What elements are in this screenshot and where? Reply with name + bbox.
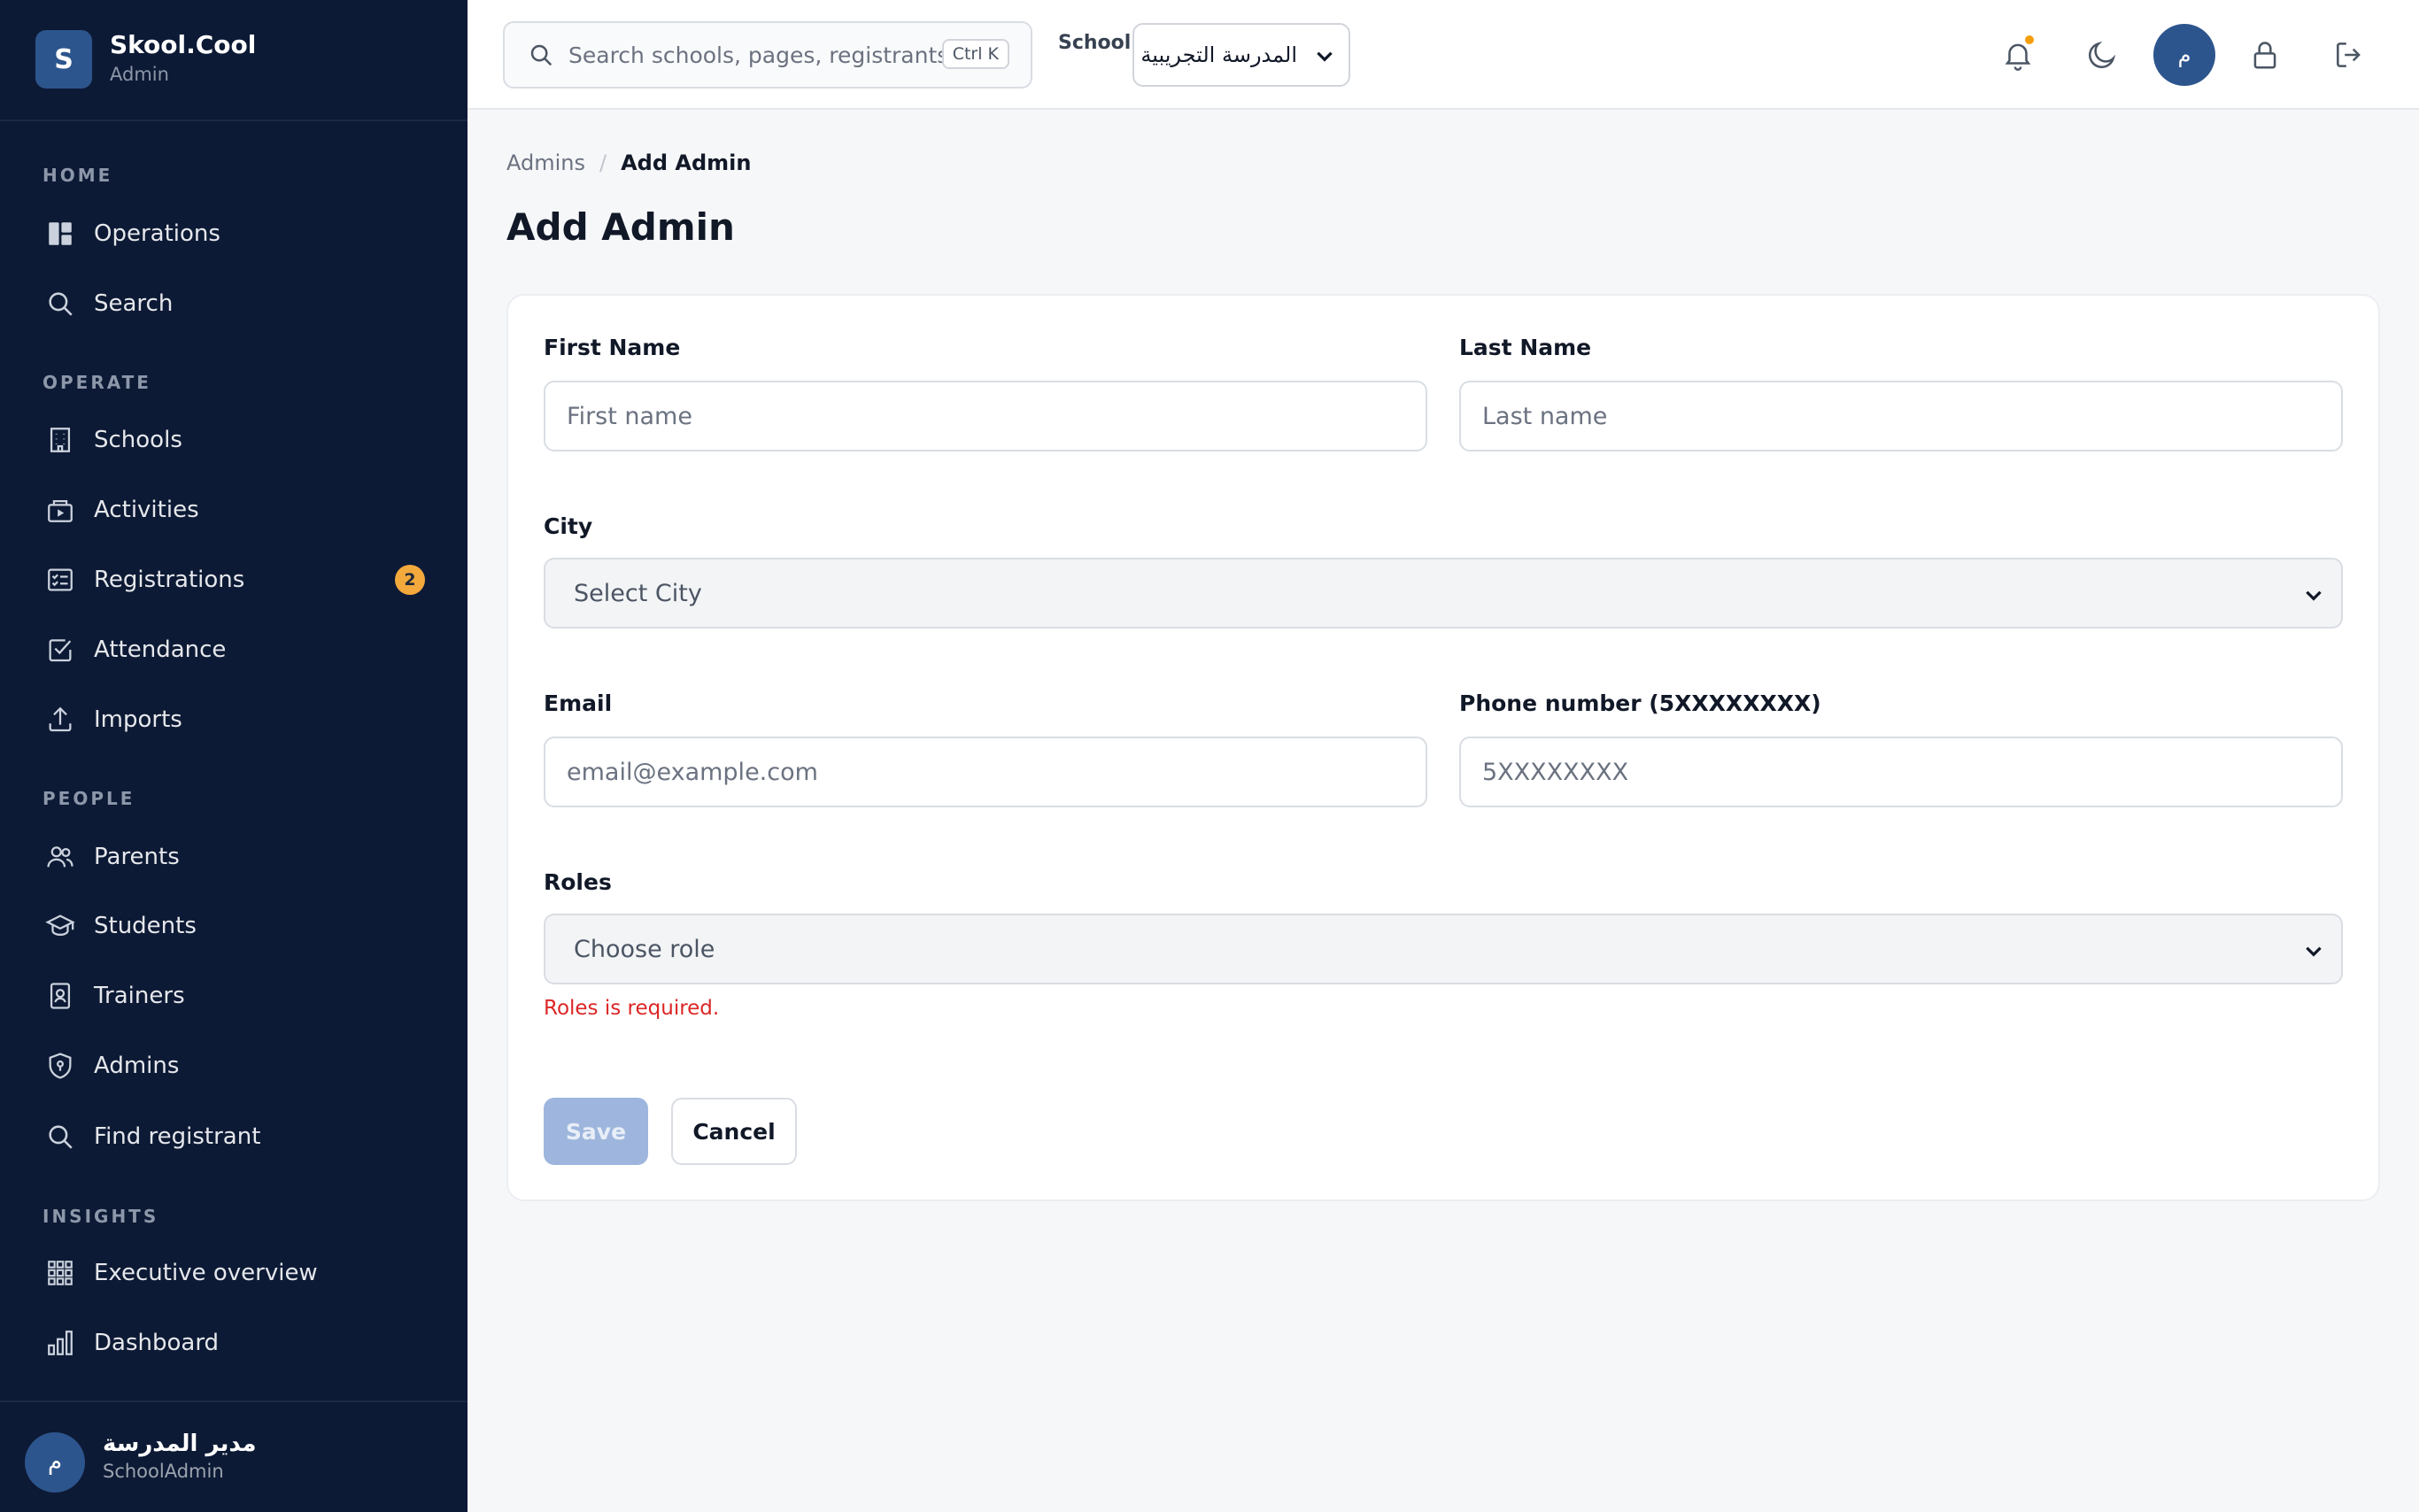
sidebar-item-attendance[interactable]: Attendance: [21, 621, 446, 678]
sidebar-user-profile[interactable]: م مدير المدرسة SchoolAdmin: [0, 1400, 468, 1512]
chevron-down-icon: [2306, 946, 2322, 957]
sidebar-item-find-registrant[interactable]: Find registrant: [21, 1108, 446, 1165]
sidebar-item-imports[interactable]: Imports: [21, 691, 446, 748]
add-admin-form: First Name Last Name City Select City Em…: [506, 294, 2380, 1201]
notification-dot: [2025, 35, 2034, 44]
school-label: School: [1058, 32, 1132, 54]
sidebar-item-operations[interactable]: Operations: [21, 205, 446, 262]
email-field[interactable]: [544, 737, 1427, 807]
sidebar-item-dashboard[interactable]: Dashboard: [21, 1315, 446, 1371]
id-badge-icon: [41, 976, 80, 1015]
first-name-label: First Name: [544, 335, 681, 360]
search-placeholder: Search schools, pages, registrants...: [568, 42, 970, 68]
breadcrumb-admins-link[interactable]: Admins: [506, 150, 585, 175]
registrations-count-badge: 2: [395, 565, 425, 595]
phone-label: Phone number (5XXXXXXXX): [1459, 690, 1821, 716]
brand-logo: S: [35, 30, 92, 89]
sidebar-item-executive-overview[interactable]: Executive overview: [21, 1245, 446, 1301]
sidebar-item-label: Parents: [94, 844, 180, 870]
sidebar-item-activities[interactable]: Activities: [21, 482, 446, 538]
brand: S Skool.Cool Admin: [0, 0, 468, 121]
search-icon: [41, 284, 80, 323]
sidebar-item-label: Executive overview: [94, 1260, 318, 1286]
moon-icon: [2089, 41, 2116, 68]
sidebar-item-label: Dashboard: [94, 1330, 220, 1356]
sidebar-item-admins[interactable]: Admins: [21, 1038, 446, 1094]
sidebar-item-label: Imports: [94, 706, 182, 733]
registrations-icon: [41, 560, 80, 599]
roles-label: Roles: [544, 869, 612, 895]
notifications-button[interactable]: [1993, 30, 2043, 80]
sidebar-item-search[interactable]: Search: [21, 275, 446, 332]
chevron-down-icon: [1317, 51, 1333, 62]
breadcrumb: Admins / Add Admin: [506, 150, 751, 175]
breadcrumb-separator: /: [599, 150, 607, 175]
city-select[interactable]: Select City: [544, 558, 2343, 629]
topbar: Search schools, pages, registrants... Ct…: [468, 0, 2419, 110]
sidebar-item-label: Search: [94, 290, 174, 317]
lock-icon: [2253, 42, 2276, 69]
checkbox-icon: [41, 630, 80, 669]
search-icon: [41, 1117, 80, 1156]
graduation-cap-icon: [41, 906, 80, 945]
lock-button[interactable]: [2240, 30, 2290, 80]
search-shortcut-hint: Ctrl K: [941, 39, 1009, 69]
sidebar-item-label: Registrations: [94, 567, 245, 593]
brand-name: Skool.Cool: [110, 30, 257, 59]
dashboard-grid-icon: [41, 214, 80, 253]
roles-select-value: Choose role: [574, 935, 715, 963]
city-select-value: Select City: [574, 579, 702, 607]
building-icon: [41, 420, 80, 459]
sidebar-item-students[interactable]: Students: [21, 898, 446, 954]
last-name-label: Last Name: [1459, 335, 1592, 360]
sidebar-item-schools[interactable]: Schools: [21, 412, 446, 468]
save-button[interactable]: Save: [544, 1098, 648, 1165]
users-icon: [41, 837, 80, 876]
sidebar-item-label: Schools: [94, 427, 182, 453]
section-label-home: HOME: [43, 165, 113, 186]
shield-icon: [41, 1046, 80, 1085]
sidebar-item-label: Students: [94, 913, 197, 939]
school-select-value: المدرسة التجريبية: [1140, 42, 1297, 67]
logout-button[interactable]: [2324, 30, 2374, 80]
cancel-button[interactable]: Cancel: [671, 1098, 797, 1165]
user-avatar-button[interactable]: م: [2153, 24, 2215, 86]
sidebar-item-label: Operations: [94, 220, 220, 247]
chevron-down-icon: [2306, 590, 2322, 601]
sidebar-item-label: Activities: [94, 497, 199, 523]
avatar: م: [25, 1432, 85, 1493]
section-label-people: PEOPLE: [43, 788, 135, 809]
roles-select[interactable]: Choose role: [544, 914, 2343, 984]
search-icon: [530, 44, 553, 66]
phone-field[interactable]: [1459, 737, 2343, 807]
sidebar-item-label: Trainers: [94, 983, 185, 1009]
user-role: SchoolAdmin: [103, 1461, 224, 1482]
email-label: Email: [544, 690, 613, 716]
upload-icon: [41, 700, 80, 739]
breadcrumb-current: Add Admin: [621, 150, 752, 175]
bar-chart-icon: [41, 1323, 80, 1362]
page-title: Add Admin: [506, 205, 735, 249]
last-name-field[interactable]: [1459, 381, 2343, 451]
sidebar-item-label: Attendance: [94, 636, 227, 663]
school-select[interactable]: المدرسة التجريبية: [1132, 23, 1350, 87]
sidebar-item-parents[interactable]: Parents: [21, 829, 446, 885]
sidebar-item-label: Find registrant: [94, 1123, 261, 1150]
city-label: City: [544, 513, 593, 539]
sidebar-item-label: Admins: [94, 1053, 180, 1079]
user-name: مدير المدرسة: [103, 1431, 257, 1457]
brand-subtitle: Admin: [110, 64, 169, 85]
logout-icon: [2337, 42, 2361, 67]
first-name-field[interactable]: [544, 381, 1427, 451]
roles-error-message: Roles is required.: [544, 997, 720, 1020]
section-label-insights: INSIGHTS: [43, 1206, 159, 1227]
section-label-operate: OPERATE: [43, 372, 151, 393]
sidebar: S Skool.Cool Admin HOME Operations Searc…: [0, 0, 468, 1512]
sidebar-item-registrations[interactable]: Registrations 2: [21, 552, 446, 608]
theme-toggle-button[interactable]: [2077, 30, 2127, 80]
apps-grid-icon: [41, 1254, 80, 1292]
global-search-input[interactable]: Search schools, pages, registrants... Ct…: [503, 21, 1032, 89]
sidebar-item-trainers[interactable]: Trainers: [21, 968, 446, 1024]
activities-icon: [41, 490, 80, 529]
